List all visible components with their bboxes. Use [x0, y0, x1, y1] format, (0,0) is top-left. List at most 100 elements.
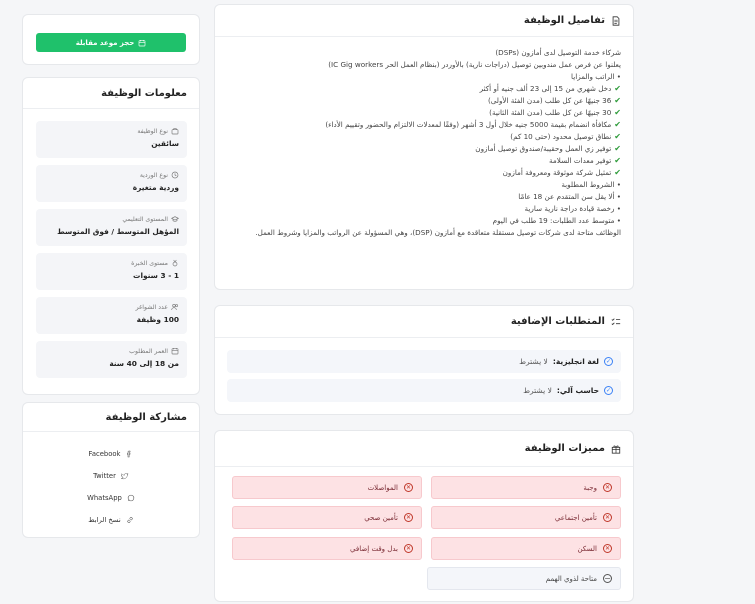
- users-icon: [171, 303, 179, 311]
- description-text: توفير زي العمل وحقيبة/صندوق توصيل أمازون: [475, 144, 612, 153]
- info-item: عدد الشواغر 100 وظيفة: [36, 297, 187, 334]
- description-text: نطاق توصيل محدود (حتى 10 كم): [510, 132, 612, 141]
- feature-label: متاحة لذوي الهمم: [545, 574, 597, 583]
- graduation-cap-icon: [171, 215, 179, 223]
- info-label-row: المستوى التعليمي: [44, 215, 179, 223]
- feature-label: تأمين اجتماعي: [554, 513, 597, 522]
- info-label-row: نوع الوردية: [44, 171, 179, 179]
- feature-label: تأمين صحي: [364, 513, 398, 522]
- description-text: شركاء خدمة التوصيل لدى أمازون (DSPs): [495, 48, 621, 57]
- description-line: شركاء خدمة التوصيل لدى أمازون (DSPs): [227, 47, 621, 59]
- description-text: • ألا يقل سن المتقدم عن 18 عامًا: [518, 192, 621, 201]
- description-line: ✔ 36 جنيهًا عن كل طلب (مدن الفئة الأولى): [227, 95, 621, 107]
- info-value: 1 - 3 سنوات: [133, 271, 179, 280]
- feature-label: المواصلات: [367, 483, 398, 492]
- check-circle-icon: ✓: [604, 386, 613, 395]
- share-header: مشاركة الوظيفة: [23, 403, 199, 432]
- job-features-title: مميزات الوظيفة: [524, 443, 605, 454]
- gift-icon: [611, 444, 621, 454]
- share-label: نسخ الرابط: [88, 516, 121, 524]
- share-label: Facebook: [88, 450, 121, 458]
- info-label: المستوى التعليمي: [122, 215, 168, 223]
- x-circle-icon: ✕: [404, 544, 413, 553]
- info-label-row: العمر المطلوب: [44, 347, 179, 355]
- x-circle-icon: ✕: [603, 513, 612, 522]
- book-interview-button[interactable]: حجز موعد مقابلة: [36, 33, 186, 52]
- share-twitter-link[interactable]: Twitter: [23, 472, 199, 480]
- feature-label: وجبة: [583, 483, 597, 492]
- description-line: • الشروط المطلوبة: [227, 179, 621, 191]
- share-whatsapp-link[interactable]: WhatsApp: [23, 494, 199, 502]
- requirement-english: ✓ لغة انجليزية: لا يشترط: [227, 350, 621, 373]
- requirement-label: حاسب آلي:: [556, 386, 599, 395]
- extra-requirements-card: المتطلبات الإضافية ✓ لغة انجليزية: لا يش…: [214, 305, 634, 415]
- info-label-row: نوع الوظيفة: [44, 127, 179, 135]
- feature-housing: ✕ السكن: [431, 537, 621, 560]
- description-text: • الراتب والمزايا: [571, 72, 621, 81]
- info-value: وردية متغيرة: [132, 183, 179, 192]
- description-line: ✔ مكافأة انضمام بقيمة 5000 جنيه خلال أول …: [227, 119, 621, 131]
- check-icon: ✔: [614, 120, 621, 129]
- extra-requirements-title: المتطلبات الإضافية: [510, 316, 605, 327]
- description-text: دخل شهري من 15 إلى 23 ألف جنيه أو أكثر: [479, 84, 612, 93]
- medal-icon: [171, 259, 179, 267]
- info-label: نوع الوظيفة: [137, 127, 168, 135]
- feature-health-insurance: ✕ تأمين صحي: [232, 506, 422, 529]
- info-item: العمر المطلوب من 18 إلى 40 سنة: [36, 341, 187, 378]
- x-circle-icon: ✕: [404, 513, 413, 522]
- info-value: 100 وظيفة: [136, 315, 179, 324]
- info-label-row: عدد الشواغر: [44, 303, 179, 311]
- description-line: • الراتب والمزايا: [227, 71, 621, 83]
- share-facebook-link[interactable]: Facebook: [23, 450, 199, 458]
- description-line: ✔ 30 جنيهًا عن كل طلب (مدن الفئة الثانية): [227, 107, 621, 119]
- check-icon: ✔: [614, 144, 621, 153]
- twitter-icon: [120, 472, 129, 480]
- job-info-header: معلومات الوظيفة: [23, 78, 199, 109]
- apply-card: حجز موعد مقابلة: [22, 14, 200, 65]
- job-details-header: تفاصيل الوظيفة: [215, 5, 633, 37]
- feature-transport: ✕ المواصلات: [232, 476, 422, 499]
- feature-accessibility: − متاحة لذوي الهمم: [427, 567, 621, 590]
- description-line: • رخصة قيادة دراجة نارية سارية: [227, 203, 621, 215]
- description-line: يعلنوا عن فرص عمل مندوبين توصيل (دراجات …: [227, 59, 621, 71]
- info-label-row: مستوى الخبرة: [44, 259, 179, 267]
- description-text: تمثيل شركة موثوقة ومعروفة أمازون: [502, 168, 612, 177]
- requirement-label: لغة انجليزية:: [552, 357, 599, 366]
- description-text: 36 جنيهًا عن كل طلب (مدن الفئة الأولى): [487, 96, 612, 105]
- share-card: مشاركة الوظيفة Facebook Twitter WhatsApp نس…: [22, 402, 200, 538]
- feature-label: بدل وقت إضافي: [350, 544, 398, 553]
- description-line: • متوسط عدد الطلبات: 19 طلب في اليوم: [227, 215, 621, 227]
- minus-circle-icon: −: [603, 573, 612, 583]
- check-icon: ✔: [614, 156, 621, 165]
- description-text: الوظائف متاحة لدى شركات توصيل مستقلة متع…: [255, 228, 621, 237]
- description-text: • الشروط المطلوبة: [561, 180, 621, 189]
- info-label: عدد الشواغر: [135, 303, 168, 311]
- description-line: ✔ دخل شهري من 15 إلى 23 ألف جنيه أو أكثر: [227, 83, 621, 95]
- job-info-title: معلومات الوظيفة: [101, 87, 187, 99]
- calendar-icon: [138, 39, 146, 47]
- feature-meal: ✕ وجبة: [431, 476, 621, 499]
- description-line: ✔ نطاق توصيل محدود (حتى 10 كم): [227, 131, 621, 143]
- info-value: سائقين: [151, 139, 179, 148]
- job-details-card: تفاصيل الوظيفة شركاء خدمة التوصيل لدى أم…: [214, 4, 634, 290]
- whatsapp-icon: [127, 494, 135, 502]
- check-circle-icon: ✓: [604, 357, 613, 366]
- description-line: ✔ توفير معدات السلامة: [227, 155, 621, 167]
- info-item: مستوى الخبرة 1 - 3 سنوات: [36, 253, 187, 290]
- share-label: Twitter: [93, 472, 116, 480]
- feature-label: السكن: [577, 544, 597, 553]
- description-text: مكافأة انضمام بقيمة 5000 جنيه خلال أول 3…: [325, 120, 612, 129]
- info-item: نوع الوظيفة سائقين: [36, 121, 187, 158]
- description-text: • متوسط عدد الطلبات: 19 طلب في اليوم: [492, 216, 621, 225]
- requirement-value: لا يشترط: [519, 357, 548, 366]
- job-features-card: مميزات الوظيفة ✕ وجبة ✕ المواصلات ✕ تأمي…: [214, 430, 634, 602]
- description-text: توفير معدات السلامة: [548, 156, 612, 165]
- share-title: مشاركة الوظيفة: [105, 411, 187, 423]
- share-label: WhatsApp: [87, 494, 122, 502]
- extra-requirements-header: المتطلبات الإضافية: [215, 306, 633, 338]
- info-value: المؤهل المتوسط / فوق المتوسط: [57, 227, 179, 236]
- facebook-icon: [125, 450, 133, 458]
- description-line: • ألا يقل سن المتقدم عن 18 عامًا: [227, 191, 621, 203]
- share-نسخ-الرابط-link[interactable]: نسخ الرابط: [23, 516, 199, 524]
- info-label: العمر المطلوب: [129, 347, 168, 355]
